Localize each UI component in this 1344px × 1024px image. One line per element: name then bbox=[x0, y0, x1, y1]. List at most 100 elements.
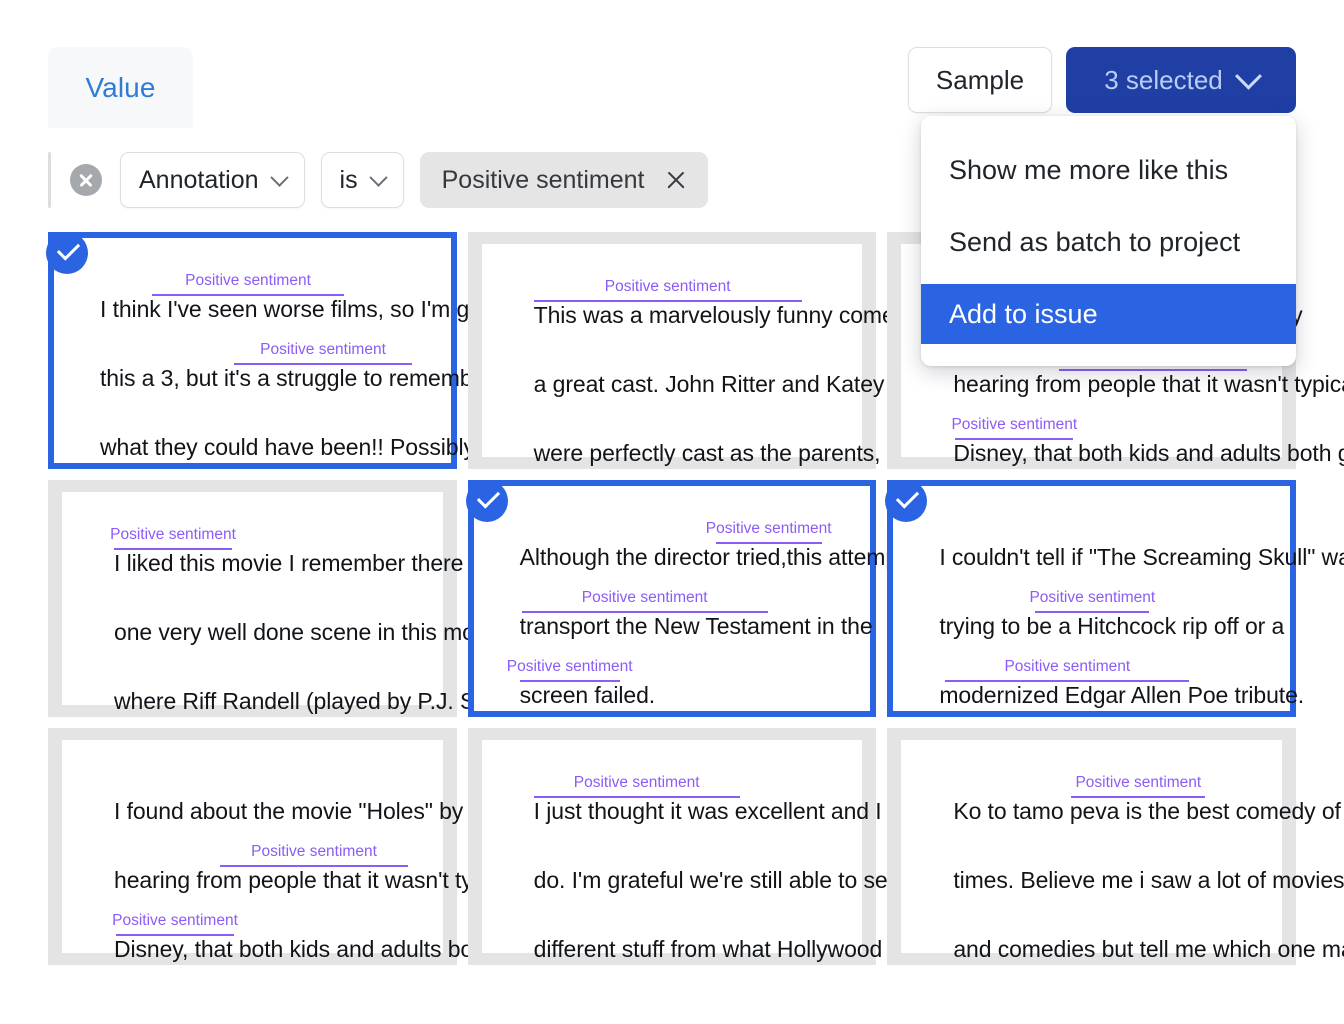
annotation-span[interactable]: Positive sentiment bbox=[112, 912, 238, 936]
text-line: I couldn't tell if "The Screaming Skull"… bbox=[939, 508, 1344, 577]
sample-card[interactable]: I found about the movie "Holes" by Positi… bbox=[48, 728, 530, 965]
sample-text: different stuff from what Hollywood bbox=[533, 936, 883, 962]
annotation-span[interactable]: Positive sentiment bbox=[521, 589, 768, 613]
sample-text: what they could have been!! Possibly Xtr… bbox=[100, 434, 523, 460]
sample-card[interactable]: Positive sentiment Although the director … bbox=[465, 480, 930, 717]
annotation-span[interactable]: Positive sentiment bbox=[110, 526, 236, 550]
sample-text: and comedies but tell me which one make bbox=[953, 936, 1344, 962]
filter-field-label: Annotation bbox=[139, 165, 259, 194]
sample-text: I found about the movie "Holes" by bbox=[114, 798, 464, 824]
chevron-down-icon bbox=[269, 167, 289, 187]
sample-text: this a 3, but it's a struggle to remembe… bbox=[100, 365, 493, 391]
filter-group-divider bbox=[48, 152, 51, 208]
annotation-label: Positive sentiment bbox=[573, 774, 700, 791]
sample-text: I just thought it was excellent and I st… bbox=[533, 798, 921, 824]
sample-text: transport the New Testament in the bbox=[519, 613, 873, 639]
actions-dropdown-menu[interactable]: Show me more like this Send as batch to … bbox=[921, 116, 1296, 366]
menu-item-add-to-issue[interactable]: Add to issue bbox=[921, 284, 1296, 344]
text-line: Positive sentiment Ko to tamo peva is the… bbox=[953, 762, 1344, 831]
annotation-span[interactable]: Positive sentiment bbox=[234, 341, 412, 365]
annotation-label: Positive sentiment bbox=[1004, 658, 1131, 675]
text-line: I found about the movie "Holes" by bbox=[114, 762, 463, 831]
text-line: Positive sentiment trying to be a Hitchco… bbox=[939, 577, 1284, 646]
chevron-down-icon bbox=[368, 167, 388, 187]
text-line: Positive sentiment Disney, that both kids… bbox=[951, 404, 1344, 473]
filter-value-label: Positive sentiment bbox=[441, 165, 645, 194]
selected-count-dropdown-button[interactable]: 3 selected bbox=[1066, 47, 1296, 113]
text-line: Positive sentiment this a 3, but it's a s… bbox=[100, 329, 493, 398]
sample-text: Disney, that both kids and adults both g… bbox=[953, 440, 1344, 466]
sample-card[interactable]: Positive sentiment This was a marvelously… bbox=[467, 232, 966, 469]
text-line: Positive sentiment Disney, that both kids… bbox=[112, 900, 530, 969]
tab-value-label: Value bbox=[85, 71, 156, 103]
annotation-label: Positive sentiment bbox=[110, 526, 236, 543]
text-line: times. Believe me i saw a lot of movies bbox=[953, 831, 1344, 900]
sample-text: times. Believe me i saw a lot of movies bbox=[953, 867, 1344, 893]
text-line: and comedies but tell me which one make bbox=[953, 900, 1344, 969]
menu-item-send-as-batch-to-project[interactable]: Send as batch to project bbox=[921, 212, 1296, 272]
sample-button[interactable]: Sample bbox=[908, 47, 1052, 113]
check-icon[interactable] bbox=[46, 232, 88, 274]
sample-card[interactable]: Positive sentiment I think I've seen wors… bbox=[46, 232, 523, 469]
menu-item-label: Send as batch to project bbox=[949, 226, 1241, 257]
annotation-label: Positive sentiment bbox=[604, 278, 731, 295]
text-line: what they could have been!! Possibly Xtr… bbox=[100, 398, 523, 467]
text-line: Positive sentiment hearing from people th… bbox=[114, 831, 520, 900]
annotation-label: Positive sentiment bbox=[251, 843, 377, 860]
text-line: Positive sentiment I liked this movie I r… bbox=[110, 514, 510, 583]
annotation-label: Positive sentiment bbox=[112, 912, 238, 929]
sample-text: one very well done scene in this movie bbox=[114, 619, 504, 645]
annotation-span[interactable]: Positive sentiment bbox=[533, 278, 802, 302]
sample-text: Although the director tried,this attempt… bbox=[519, 544, 930, 570]
menu-item-label: Show me more like this bbox=[949, 154, 1229, 185]
menu-item-label: Add to issue bbox=[949, 298, 1098, 329]
text-line: different stuff from what Hollywood bbox=[534, 900, 883, 969]
sample-text: hearing from people that it wasn't typic… bbox=[114, 867, 520, 893]
sample-text: screen failed. bbox=[519, 682, 656, 708]
sample-button-label: Sample bbox=[935, 64, 1025, 95]
sample-card[interactable]: I couldn't tell if "The Screaming Skull"… bbox=[885, 480, 1344, 717]
sample-card[interactable]: Positive sentiment I just thought it was … bbox=[467, 728, 921, 965]
annotation-span[interactable]: Positive sentiment bbox=[951, 416, 1077, 440]
annotation-span[interactable]: Positive sentiment bbox=[1071, 774, 1206, 798]
sample-card-body: Positive sentiment Ko to tamo peva is the… bbox=[901, 740, 1344, 962]
annotation-span[interactable]: Positive sentiment bbox=[220, 843, 408, 867]
annotation-span[interactable]: Positive sentiment bbox=[706, 520, 832, 544]
annotation-label: Positive sentiment bbox=[185, 272, 311, 289]
annotation-label: Positive sentiment bbox=[260, 341, 386, 358]
annotation-span[interactable]: Positive sentiment bbox=[152, 272, 344, 296]
annotation-span[interactable]: Positive sentiment bbox=[945, 658, 1190, 682]
close-circle-icon[interactable] bbox=[70, 164, 102, 196]
sample-card-body: Positive sentiment Although the director … bbox=[465, 480, 930, 711]
text-line: Positive sentiment transport the New Test… bbox=[520, 577, 873, 646]
annotation-span[interactable]: Positive sentiment bbox=[1029, 589, 1155, 613]
text-line: Positive sentiment I think I've seen wors… bbox=[100, 260, 516, 329]
sample-card-body: Positive sentiment This was a marvelously… bbox=[481, 244, 966, 466]
text-line: Positive sentiment screen failed. bbox=[507, 646, 843, 715]
filter-field-select[interactable]: Annotation bbox=[120, 152, 305, 208]
tab-value[interactable]: Value bbox=[48, 47, 193, 128]
filter-value-chip[interactable]: Positive sentiment bbox=[419, 152, 709, 208]
annotation-label: Positive sentiment bbox=[1075, 774, 1202, 791]
text-line: a great cast. John Ritter and Katey Saga… bbox=[534, 335, 949, 404]
filter-bar: Annotation is Positive sentiment bbox=[48, 152, 709, 208]
annotation-span[interactable]: Positive sentiment bbox=[533, 774, 740, 798]
sample-card[interactable]: Positive sentiment Ko to tamo peva is the… bbox=[887, 728, 1344, 965]
sample-card[interactable]: Positive sentiment I liked this movie I r… bbox=[48, 480, 547, 717]
filter-operator-label: is bbox=[339, 165, 358, 194]
check-icon[interactable] bbox=[885, 480, 928, 522]
sample-card-body: I couldn't tell if "The Screaming Skull"… bbox=[885, 480, 1344, 711]
app-root: Value Sample 3 selected Show me more lik… bbox=[0, 0, 1344, 1024]
filter-operator-select[interactable]: is bbox=[320, 152, 404, 208]
sample-text: modernized Edgar Allen Poe tribute. bbox=[939, 682, 1305, 708]
text-line: Positive sentiment I just thought it was … bbox=[533, 762, 921, 831]
text-line: Positive sentiment modernized Edgar Allen… bbox=[939, 646, 1304, 715]
menu-item-show-me-more-like-this[interactable]: Show me more like this bbox=[921, 140, 1296, 200]
text-line: were perfectly cast as the parents, and … bbox=[534, 404, 963, 473]
check-icon[interactable] bbox=[465, 480, 508, 522]
sample-text: do. I'm grateful we're still able to see bbox=[533, 867, 901, 893]
sample-text: hearing from people that it wasn't typic… bbox=[953, 371, 1344, 397]
annotation-span[interactable]: Positive sentiment bbox=[507, 658, 633, 682]
sample-card-body: Positive sentiment I just thought it was … bbox=[481, 740, 921, 962]
close-icon[interactable] bbox=[666, 170, 686, 190]
